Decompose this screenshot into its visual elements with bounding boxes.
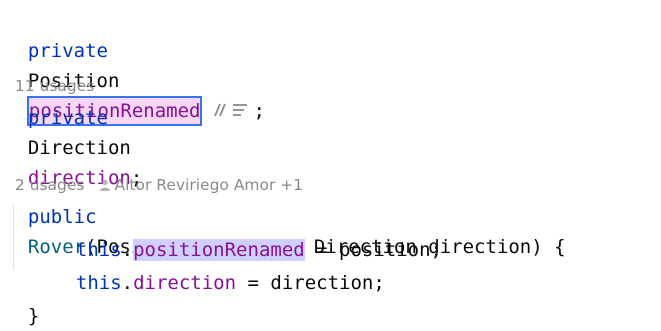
menu-lines-icon [233,103,248,116]
semicolon: ; [253,100,265,122]
field-usage-direction: direction [133,272,237,294]
keyword-this: this [75,272,122,294]
code-line-field-position: private Position positionRenamed ; [5,6,265,126]
dot: . [121,272,134,294]
rename-inlay-options[interactable] [209,97,253,123]
keyword-private: private [27,107,108,129]
code-line-assign-direction: this.direction = direction; [53,238,385,294]
code-line-close-brace: } [5,271,39,327]
comment-icon[interactable] [209,97,253,123]
code-line-assign-position: this.positionRenamed = position; [53,205,442,261]
closing-brace: } [27,305,40,327]
usages-hint-constructor: 2 usages Aitor Reviriego Amor +1 [5,140,303,194]
indent-guide [13,204,14,270]
assignment-rest: = direction; [236,272,385,294]
code-line-constructor: public Rover(Position position, Directio… [5,172,566,258]
code-line-field-direction: private Direction direction; [5,73,142,189]
usages-hint-position[interactable]: 11 usages [5,41,95,95]
